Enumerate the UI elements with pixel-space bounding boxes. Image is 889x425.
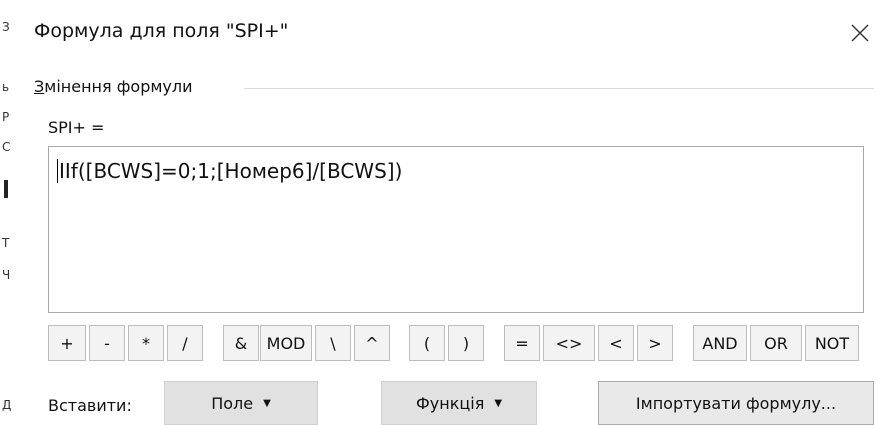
dialog-title: Формула для поля "SPI+" [34, 20, 289, 42]
strip-glyph: Д [2, 398, 12, 412]
operator-open-paren-button[interactable]: ( [409, 325, 445, 361]
operator-and-button[interactable]: AND [693, 325, 747, 361]
strip-glyph: С [2, 140, 11, 154]
insert-function-dropdown[interactable]: Функція ▼ [381, 381, 537, 425]
operator-or-button[interactable]: OR [750, 325, 802, 361]
import-formula-label: Імпортувати формулу... [635, 393, 837, 413]
operator-not-equal-button[interactable]: <> [543, 325, 595, 361]
operator-not-button[interactable]: NOT [805, 325, 859, 361]
strip-mark [4, 180, 8, 198]
formula-text[interactable]: IIf([BCWS]=0;1;[Номер6]/[BCWS]) [57, 159, 402, 183]
operator-plus-button[interactable]: + [48, 325, 86, 361]
strip-glyph: Т [2, 236, 10, 250]
insert-field-label: Поле [211, 393, 254, 413]
operator-ampersand-button[interactable]: & [223, 325, 259, 361]
field-name-label: SPI+ = [48, 118, 105, 137]
strip-glyph: ь [2, 80, 10, 94]
formula-editor[interactable]: IIf([BCWS]=0;1;[Номер6]/[BCWS]) [48, 146, 864, 313]
group-accelerator: З [34, 77, 45, 96]
close-button[interactable] [847, 20, 873, 46]
strip-glyph: Р [2, 110, 10, 124]
operator-divide-button[interactable]: / [167, 325, 203, 361]
insert-field-dropdown[interactable]: Поле ▼ [164, 381, 318, 425]
insert-label: Вставити: [48, 396, 132, 415]
group-divider [244, 88, 874, 89]
insert-function-label: Функція [415, 393, 485, 413]
chevron-down-icon: ▼ [263, 397, 271, 409]
background-window-strip: З ь Р С Т Ч Д [0, 0, 15, 425]
operator-multiply-button[interactable]: * [128, 325, 164, 361]
formula-dialog: Формула для поля "SPI+" Змінення формули… [14, 0, 889, 425]
strip-glyph: Ч [2, 268, 11, 282]
operator-backslash-button[interactable]: \ [315, 325, 351, 361]
strip-glyph: З [2, 20, 10, 34]
operator-minus-button[interactable]: - [89, 325, 125, 361]
operator-greater-than-button[interactable]: > [637, 325, 673, 361]
operator-equals-button[interactable]: = [504, 325, 540, 361]
operator-less-than-button[interactable]: < [598, 325, 634, 361]
group-legend-text: мінення формули [44, 77, 193, 96]
import-formula-button[interactable]: Імпортувати формулу... [598, 381, 874, 425]
operator-close-paren-button[interactable]: ) [448, 325, 484, 361]
close-icon [851, 24, 869, 42]
chevron-down-icon: ▼ [494, 397, 503, 409]
edit-formula-group-label: Змінення формули [34, 77, 199, 96]
operator-mod-button[interactable]: MOD [260, 325, 312, 361]
operator-power-button[interactable]: ^ [354, 325, 390, 361]
